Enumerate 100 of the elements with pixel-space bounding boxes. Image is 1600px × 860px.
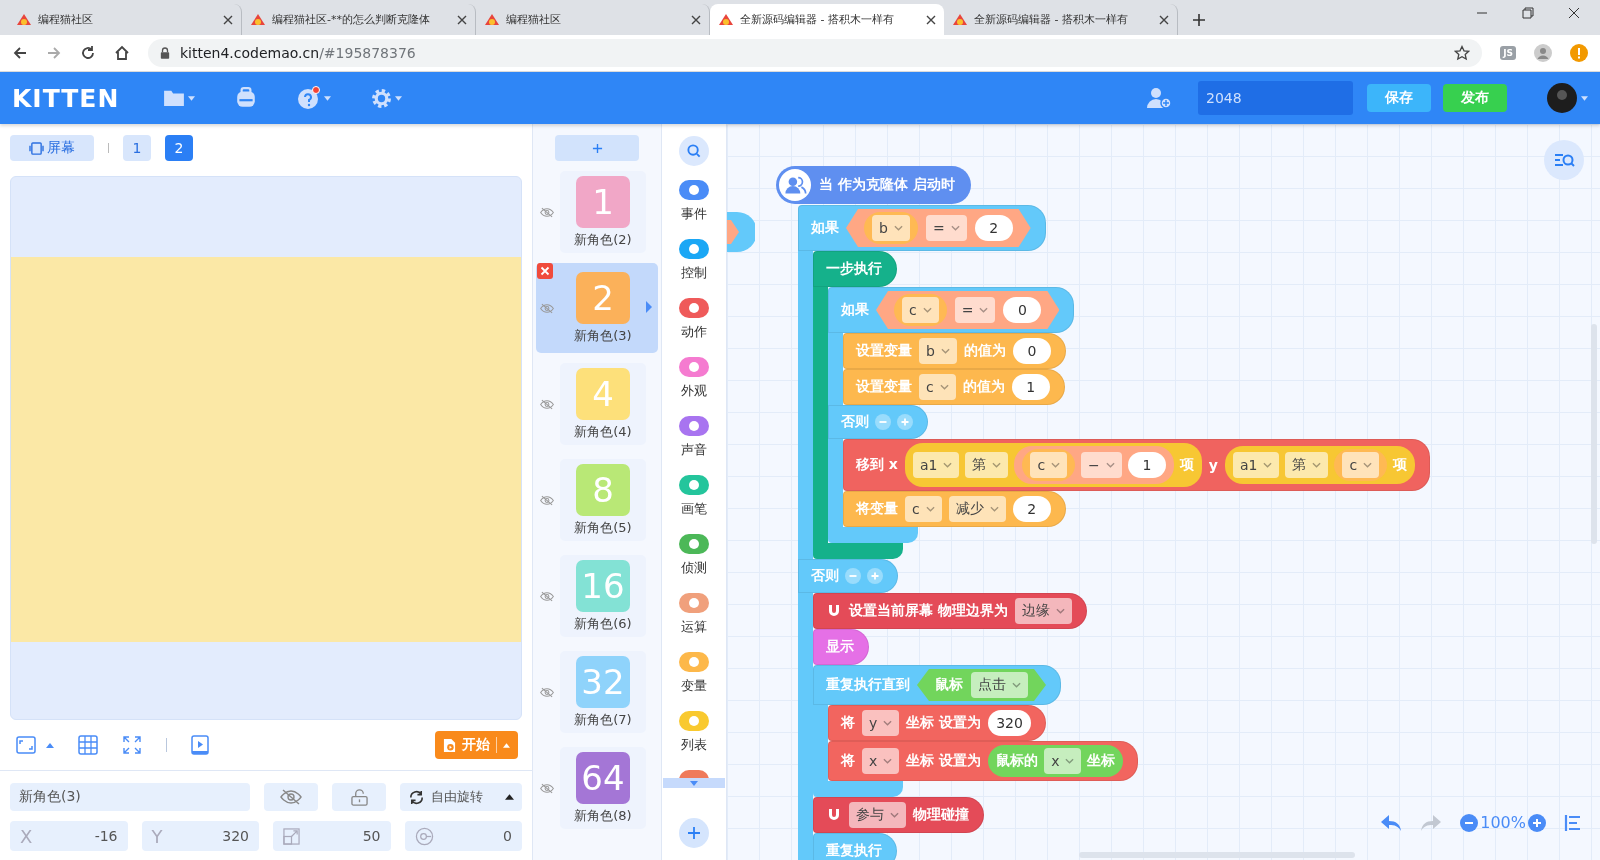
scroll-down-button[interactable] [663,778,725,788]
block-header[interactable]: 重复执行直到 鼠标 点击 [813,665,1061,705]
dropdown[interactable]: y [862,710,900,736]
dropdown[interactable]: c [902,297,939,323]
rotation-select[interactable]: 自由旋转 [400,783,522,811]
category-item[interactable]: 侦测 [679,534,709,593]
code-block[interactable]: 设置变量 c 的值为 1 [843,369,1065,405]
condition-block[interactable]: b = 2 [846,209,1031,247]
dropdown[interactable]: a1 [912,452,960,478]
dropdown[interactable]: 参与 [849,802,906,828]
add-user-icon[interactable] [1146,87,1172,109]
category-item[interactable]: 声音 [679,416,709,475]
x-field[interactable]: X -16 [10,821,128,851]
browser-tab[interactable]: 编程猫社区-**的怎么判断克隆体 [242,4,476,35]
category-item[interactable]: 画笔 [679,475,709,534]
y-field[interactable]: Y 320 [141,821,259,851]
visibility-button[interactable] [264,783,318,811]
restore-icon[interactable] [1522,6,1534,19]
plus-button[interactable] [897,414,913,430]
back-icon[interactable] [12,45,28,61]
close-icon[interactable] [1568,6,1580,19]
number-field[interactable]: 2 [974,215,1013,241]
block-header[interactable]: 如果 c = 0 [828,287,1075,333]
dropdown[interactable]: x [1044,748,1082,774]
block-fragment[interactable] [727,212,755,252]
minus-button[interactable] [845,568,861,584]
screen-tab[interactable]: 2 [165,135,193,161]
add-extension-button[interactable] [679,818,709,848]
address-bar[interactable]: kitten4.codemao.cn/#195878376 [148,39,1483,67]
size-field[interactable]: 50 [273,821,391,851]
dropdown[interactable]: b [919,338,957,364]
profile-icon[interactable] [1534,44,1552,62]
number-field[interactable]: 320 [988,710,1031,736]
screen-tab[interactable]: 1 [123,135,151,161]
reporter-block[interactable]: c [894,294,947,326]
eye-off-icon[interactable] [540,782,554,794]
forward-icon[interactable] [46,45,62,61]
reporter-block[interactable]: c [1334,449,1388,481]
block-search-button[interactable] [1544,140,1584,180]
arrow-right-icon[interactable] [646,301,652,313]
dropdown[interactable]: 边缘 [1014,598,1072,624]
star-icon[interactable] [1454,45,1471,61]
dropdown[interactable]: a1 [1233,452,1280,478]
reporter-block[interactable]: a1 第 c 项 [1225,446,1416,484]
dropdown[interactable]: 减少 [948,496,1006,522]
code-block[interactable]: 将 x 坐标 设置为 鼠标的 x 坐标 [828,741,1139,781]
delete-button[interactable] [537,263,553,279]
code-block[interactable]: 移到 x a1 第 c − 1 项 y a1 第 c 项 [843,439,1431,491]
close-icon[interactable] [457,14,467,25]
app-logo[interactable]: KITTEN [12,83,120,113]
code-block[interactable]: 将变量 c 减少 2 [843,491,1066,527]
condition-block[interactable]: 鼠标 点击 [917,669,1046,701]
eye-off-icon[interactable] [540,206,554,218]
close-icon[interactable] [1159,14,1169,25]
dropdown[interactable]: = [954,297,996,323]
zoom-out-button[interactable] [1460,813,1479,832]
eye-off-icon[interactable] [540,302,554,314]
caret-up-icon[interactable] [46,742,54,748]
grid-icon[interactable] [78,735,98,755]
sprite-name-field[interactable]: 新角色(3) [10,783,250,811]
new-tab-button[interactable] [1192,13,1206,27]
lock-button[interactable] [332,783,386,811]
dropdown[interactable]: c [1030,452,1068,478]
caret-icon[interactable] [1581,95,1588,101]
dropdown[interactable]: = [925,215,967,241]
dropdown[interactable]: 点击 [971,672,1028,698]
code-block[interactable]: 设置当前屏幕 物理边界为 边缘 [813,593,1087,629]
minus-button[interactable] [875,414,891,430]
eye-off-icon[interactable] [540,398,554,410]
browser-tab[interactable]: 编程猫社区 [8,4,242,35]
category-item[interactable]: 变量 [679,652,709,711]
number-field[interactable]: 1 [1127,452,1166,478]
plus-button[interactable] [867,568,883,584]
number-field[interactable]: 0 [1012,338,1051,364]
dropdown[interactable]: 第 [965,452,1009,478]
dropdown[interactable]: 第 [1285,452,1329,478]
number-field[interactable]: 1 [1011,374,1050,400]
zoom-in-button[interactable] [1528,813,1546,832]
align-icon[interactable] [1564,813,1582,832]
reporter-block[interactable]: 鼠标的 x 坐标 [988,745,1124,777]
fullscreen-icon[interactable] [122,735,142,755]
avatar[interactable] [1547,83,1577,113]
category-item[interactable]: 事件 [679,180,709,239]
code-block[interactable]: 设置变量 b 的值为 0 [843,333,1066,369]
direction-field[interactable]: 0 [404,821,522,851]
eye-off-icon[interactable] [540,494,554,506]
dropdown[interactable]: c [905,496,942,522]
close-icon[interactable] [926,14,936,25]
reporter-block[interactable]: a1 第 c − 1 项 [904,443,1202,487]
reporter-block[interactable]: c − 1 [1014,446,1174,484]
dropdown[interactable]: c [919,374,956,400]
search-button[interactable] [679,136,709,166]
screen-button[interactable]: 屏幕 [10,135,94,161]
project-name-field[interactable]: 2048 [1198,81,1353,115]
dropdown[interactable]: c [1342,452,1380,478]
code-block[interactable]: 将 y 坐标 设置为 320 [828,705,1046,741]
block-header[interactable]: 如果 b = 2 [798,205,1046,251]
category-item[interactable]: 列表 [679,711,709,770]
condition-block[interactable]: c = 0 [876,291,1060,329]
undo-icon[interactable] [1380,813,1403,832]
